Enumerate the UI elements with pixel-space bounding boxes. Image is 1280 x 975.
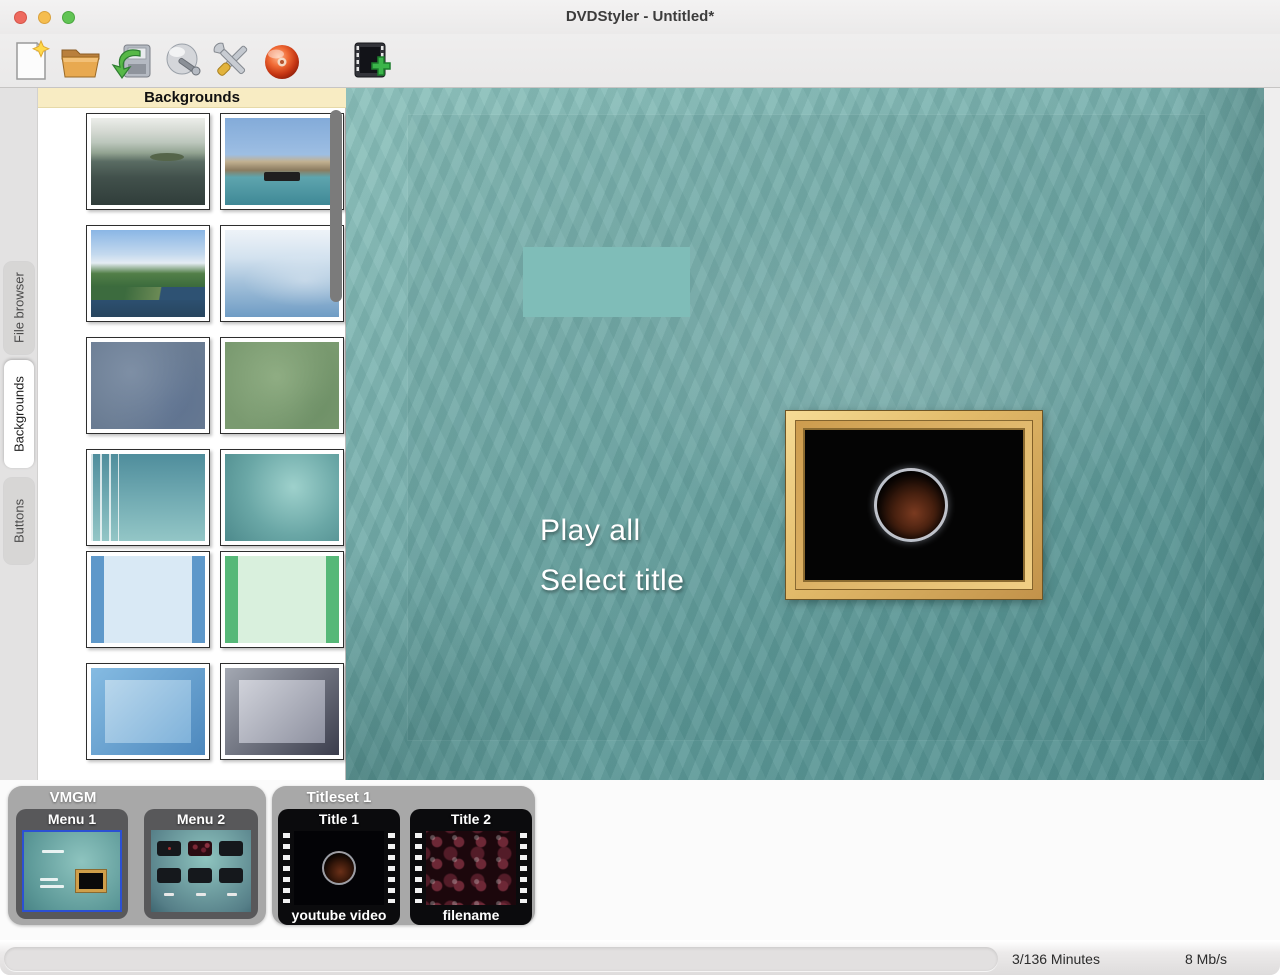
background-thumbnail-blue-frame[interactable]: [86, 663, 210, 760]
open-project-button[interactable]: [57, 37, 105, 85]
menu1-label: Menu 1: [16, 811, 128, 827]
title2-caption: filename: [410, 907, 532, 923]
framed-video-thumbnail: [803, 428, 1025, 582]
filmstrip-sprockets-right: [388, 833, 395, 903]
filmstrip-sprockets-right: [520, 833, 527, 903]
background-thumbnail-river[interactable]: [86, 225, 210, 322]
add-file-button[interactable]: [348, 37, 396, 85]
backgrounds-panel-header: Backgrounds: [38, 88, 346, 108]
vmgm-group-label: VMGM: [8, 789, 138, 806]
save-disc-arrow-icon: [108, 72, 156, 89]
settings-button[interactable]: [208, 37, 256, 85]
background-thumbnail-teal-clouds[interactable]: [220, 449, 344, 546]
background-thumbnail-ocean[interactable]: [86, 113, 210, 210]
title2-item[interactable]: Title 2 filename: [410, 809, 532, 925]
sphere-wrench-icon: [160, 72, 208, 89]
project-bar: VMGM Menu 1 Menu 2: [0, 780, 1280, 940]
titleset1-group: Titleset 1 Title 1 youtube video Title 2…: [272, 786, 535, 925]
background-thumbnail-gray-frame[interactable]: [220, 663, 344, 760]
tab-backgrounds-label: Backgrounds: [12, 376, 27, 452]
menu-button-play-all[interactable]: Play all: [540, 514, 641, 548]
tab-buttons[interactable]: Buttons: [4, 478, 34, 564]
eclipse-video-still: [874, 468, 948, 542]
menu2-thumbnail: [151, 830, 251, 912]
background-thumbnail-green-bars[interactable]: [220, 551, 344, 648]
background-thumbnail-teal-stripes[interactable]: [86, 449, 210, 546]
background-thumbnail-green-clouds[interactable]: [220, 337, 344, 434]
disc-capacity-gauge: [4, 947, 998, 971]
gold-frame-bevel: [795, 420, 1033, 590]
tab-file-browser[interactable]: File browser: [4, 262, 34, 354]
text-placeholder-rect[interactable]: [523, 247, 690, 317]
menu1-mini-frame: [76, 870, 106, 892]
background-thumbnail-slate-clouds[interactable]: [86, 337, 210, 434]
titleset1-group-label: Titleset 1: [274, 789, 404, 806]
framed-video-object[interactable]: [785, 410, 1043, 600]
title2-label: Title 2: [410, 811, 532, 827]
menu2-label: Menu 2: [144, 811, 258, 827]
new-project-button[interactable]: [6, 37, 54, 85]
menu-editor-canvas[interactable]: Play all Select title: [346, 88, 1264, 780]
window-title: DVDStyler - Untitled*: [0, 8, 1280, 25]
toolbar: [0, 34, 1280, 88]
background-thumbnail-blue-bars[interactable]: [86, 551, 210, 648]
title1-item[interactable]: Title 1 youtube video: [278, 809, 400, 925]
title1-thumbnail: [294, 831, 384, 905]
menu1-item[interactable]: Menu 1: [16, 809, 128, 919]
title1-label: Title 1: [278, 811, 400, 827]
tab-buttons-label: Buttons: [12, 499, 27, 543]
tab-backgrounds[interactable]: Backgrounds: [4, 360, 34, 468]
filmstrip-sprockets-left: [283, 833, 290, 903]
menu2-item[interactable]: Menu 2: [144, 809, 258, 919]
filmstrip-sprockets-left: [415, 833, 422, 903]
background-thumbnail-waves[interactable]: [220, 225, 344, 322]
mini-eclipse-still: [322, 851, 356, 885]
title1-caption: youtube video: [278, 907, 400, 923]
tab-file-browser-label: File browser: [12, 273, 27, 344]
backgrounds-panel: Backgrounds: [38, 88, 346, 780]
vmgm-group: VMGM Menu 1 Menu 2: [8, 786, 266, 925]
open-folder-icon: [57, 72, 105, 89]
status-bitrate: 8 Mb/s: [1185, 951, 1227, 967]
panel-scrollbar[interactable]: [330, 110, 342, 302]
burn-dvd-button[interactable]: [258, 37, 306, 85]
filmstrip-plus-icon: [348, 72, 396, 89]
menu-button-select-title[interactable]: Select title: [540, 564, 684, 598]
dvdstyler-window: DVDStyler - Untitled*: [0, 0, 1280, 975]
burning-disc-icon: [258, 72, 306, 89]
sidebar-tabstrip: File browser Backgrounds Buttons: [0, 88, 38, 780]
status-bar: 3/136 Minutes 8 Mb/s: [0, 940, 1280, 975]
status-minutes: 3/136 Minutes: [1012, 951, 1100, 967]
title2-thumbnail: [426, 831, 516, 905]
new-document-icon: [6, 72, 54, 89]
crossed-tools-icon: [208, 72, 256, 89]
dvd-options-button[interactable]: [160, 37, 208, 85]
menu1-thumbnail: [22, 830, 122, 912]
save-project-button[interactable]: [108, 37, 156, 85]
background-thumbnail-ship[interactable]: [220, 113, 344, 210]
title-bar: DVDStyler - Untitled*: [0, 0, 1280, 34]
